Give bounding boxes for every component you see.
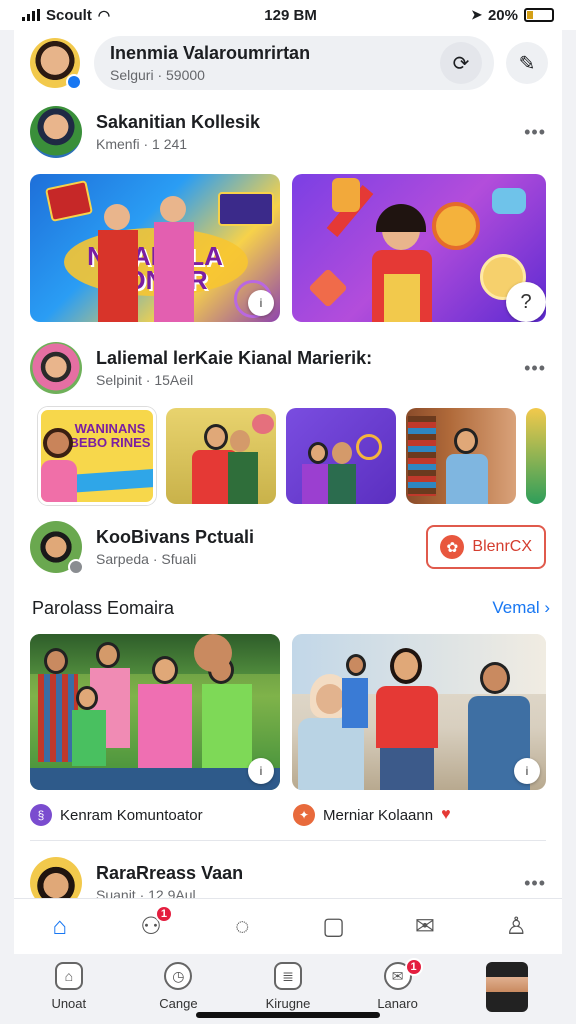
section-card-image[interactable]: i	[30, 634, 281, 790]
inbox-icon: ✉	[414, 913, 436, 940]
tab-pages[interactable]: ▢	[304, 903, 364, 951]
section-header: Parolass Eomaira Vemal ›	[14, 582, 562, 634]
info-icon[interactable]: i	[514, 758, 540, 784]
action-icon: ✿	[440, 535, 465, 559]
photo-strip: WANINANS BEBO RINES	[14, 407, 562, 505]
wifi-icon: ◠	[97, 6, 111, 23]
online-badge	[66, 74, 82, 90]
nav-label: Unoat	[51, 996, 87, 1011]
follow-button-label: BlenrCX	[472, 538, 532, 555]
nav-label: Kirugne	[265, 996, 311, 1011]
photo-thumbnail[interactable]: WANINANS BEBO RINES	[38, 407, 156, 505]
follow-button[interactable]: ✿ BlenrCX	[426, 525, 546, 569]
home-outline-icon: ⌂	[54, 962, 83, 990]
nav-label: Cange	[159, 996, 198, 1011]
card-caption-text: Kenram Komuntoator	[60, 806, 203, 824]
tab-bar: ⌂ ⚇ 1 ◌ ▢ ✉ ♙	[14, 898, 562, 954]
event-icon: ✦	[293, 804, 315, 826]
refresh-icon[interactable]: ⟳	[440, 42, 482, 84]
chat-icon: ◌	[235, 912, 250, 940]
signal-bars-icon	[22, 9, 40, 21]
card-caption[interactable]: ✦ Merniar Kolaann ♥	[283, 804, 546, 826]
nav-label: Lanaro	[377, 996, 418, 1011]
post-author[interactable]: RaraRreass Vaan	[96, 863, 524, 884]
post-author[interactable]: Laliemal lerKaie Kianal Marierik:	[96, 348, 524, 369]
thumbnail-text: WANINANS BEBO RINES	[69, 421, 151, 450]
composer-name: Inenmia Valaroumrirtan	[110, 43, 311, 63]
help-icon[interactable]: ?	[506, 282, 546, 322]
list-icon: ≣	[273, 962, 302, 990]
battery-icon	[524, 8, 554, 22]
tab-home[interactable]: ⌂	[30, 903, 90, 951]
composer-input[interactable]: Inenmia Valaroumrirtan Selguri · 59000 ⟳	[94, 36, 494, 90]
tab-friends[interactable]: ⚇ 1	[121, 903, 181, 951]
composer-bar: Inenmia Valaroumrirtan Selguri · 59000 ⟳…	[14, 30, 562, 96]
tab-chat[interactable]: ◌	[212, 903, 272, 951]
section-title: Parolass Eomaira	[32, 597, 175, 618]
suggestion-name[interactable]: KooBivans Pctuali	[96, 527, 426, 548]
heart-icon: ♥	[441, 806, 451, 823]
page-icon: ▢	[322, 913, 345, 940]
post-author[interactable]: Sakanitian Kollesik	[96, 112, 524, 133]
author-avatar[interactable]	[30, 106, 82, 158]
clock-icon: ◷	[164, 962, 193, 990]
section-card-image[interactable]: i	[292, 634, 546, 790]
more-options-icon[interactable]: •••	[524, 122, 546, 143]
nav-item[interactable]: ⌂ Unoat	[24, 962, 114, 1011]
clock: 129 BM	[264, 6, 317, 24]
more-options-icon[interactable]: •••	[524, 358, 546, 379]
status-badge	[68, 559, 84, 575]
news-feed: Sakanitian Kollesik Kmenfi · 1 241 ••• N…	[14, 96, 562, 898]
home-icon: ⌂	[52, 912, 67, 940]
group-icon: §	[30, 804, 52, 826]
location-icon: ➤	[471, 7, 482, 22]
divider	[30, 840, 546, 841]
card-caption[interactable]: § Kenram Komuntoator	[30, 804, 283, 826]
notification-badge: 1	[404, 958, 423, 976]
carrier-label: Scoult	[46, 6, 92, 24]
nav-item[interactable]: ≣ Kirugne	[243, 962, 333, 1011]
card-caption-text: Merniar Kolaann	[323, 806, 434, 824]
author-avatar[interactable]	[30, 857, 82, 898]
photo-thumbnail[interactable]	[526, 408, 546, 504]
my-avatar[interactable]	[30, 38, 82, 90]
post-image[interactable]: ?	[292, 174, 546, 322]
post-image[interactable]: NIBANKLA FIONIER i	[30, 174, 281, 322]
post-header: RaraRreass Vaan Suanit · 12 9Aul •••	[14, 847, 562, 898]
photo-thumbnail[interactable]	[286, 408, 396, 504]
post-meta: Kmenfi · 1 241	[96, 136, 188, 152]
nav-item[interactable]: ✉ 1 Lanaro	[353, 958, 443, 1011]
more-options-icon[interactable]: •••	[524, 873, 546, 894]
nav-profile[interactable]	[462, 962, 552, 1012]
photo-thumbnail[interactable]	[166, 408, 276, 504]
info-icon[interactable]: i	[248, 290, 275, 316]
status-bar: Scoult ◠ 129 BM ➤ 20%	[0, 0, 576, 30]
composer-meta: Selguri · 59000	[110, 67, 205, 83]
photo-thumbnail[interactable]	[406, 408, 516, 504]
nav-item[interactable]: ◷ Cange	[133, 962, 223, 1011]
info-icon[interactable]: i	[248, 758, 275, 784]
home-indicator[interactable]	[196, 1012, 380, 1018]
edit-icon[interactable]: ✎	[506, 42, 548, 84]
profile-icon: ♙	[505, 913, 528, 940]
post-meta: Suanit · 12 9Aul	[96, 887, 196, 898]
post-meta: Selpinit · 15Aeil	[96, 372, 194, 388]
author-avatar[interactable]	[30, 342, 82, 394]
battery-percent: 20%	[487, 6, 518, 24]
post-header: Sakanitian Kollesik Kmenfi · 1 241 •••	[14, 96, 562, 168]
tab-profile[interactable]: ♙	[486, 903, 546, 951]
tab-inbox[interactable]: ✉	[395, 903, 455, 951]
suggestion-row: KooBivans Pctuali Sarpeda · Sfuali ✿ Ble…	[14, 512, 562, 582]
see-all-link[interactable]: Vemal ›	[492, 598, 550, 618]
suggestion-avatar[interactable]	[30, 521, 84, 575]
profile-avatar	[486, 962, 529, 1012]
notification-badge: 1	[154, 904, 173, 923]
post-header: Laliemal lerKaie Kianal Marierik: Selpin…	[14, 332, 562, 404]
suggestion-meta: Sarpeda · Sfuali	[96, 551, 197, 567]
